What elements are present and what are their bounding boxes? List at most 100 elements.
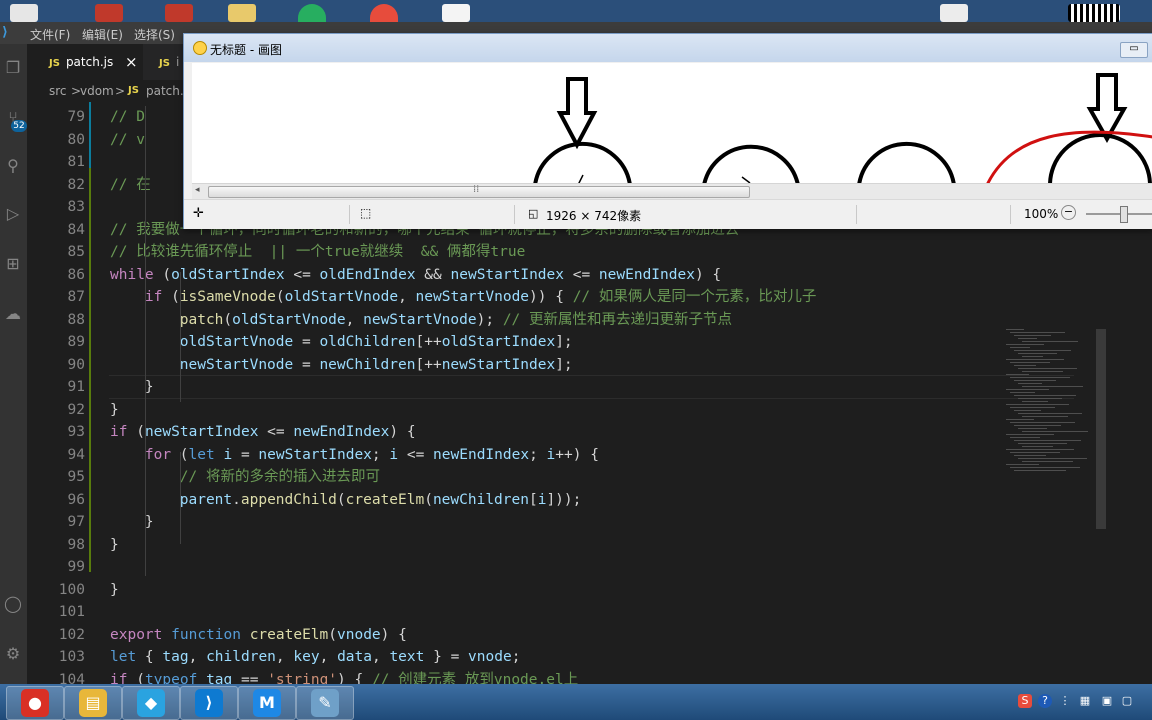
source-control-badge: 52 bbox=[11, 120, 27, 132]
explorer-icon: ▤ bbox=[79, 689, 107, 717]
code-line[interactable]: 87 if (isSameVnode(oldStartVnode, newStar… bbox=[27, 286, 1072, 308]
paint-statusbar: ✛ ⬚ ◱ 1926 × 742像素 100% − bbox=[184, 199, 1152, 229]
desktop-icon[interactable] bbox=[940, 4, 968, 22]
breadcrumb-vdom[interactable]: vdom bbox=[80, 80, 114, 102]
taskbar-app-app-blue[interactable]: ◆ bbox=[122, 686, 180, 720]
code-line[interactable]: 97} bbox=[27, 511, 1072, 533]
minimap-line bbox=[1022, 461, 1073, 462]
line-number: 104 bbox=[58, 671, 85, 685]
minimap-line bbox=[1018, 443, 1067, 444]
code-line[interactable]: 98} bbox=[27, 534, 1072, 556]
code-line[interactable]: 103 let { tag, children, key, data, text … bbox=[27, 646, 1072, 668]
debug-icon[interactable]: ▷ bbox=[3, 204, 23, 224]
line-number: 89 bbox=[67, 334, 85, 350]
desktop-icon[interactable] bbox=[370, 4, 398, 22]
minimap-line bbox=[1006, 359, 1064, 360]
code-line[interactable]: 95 // 将新的多余的插入进去即可 bbox=[27, 466, 1072, 488]
scroll-left-icon[interactable]: ◂ bbox=[195, 185, 200, 195]
scrollbar-thumb[interactable]: ⁞⁞ bbox=[208, 184, 750, 198]
minimap-line bbox=[1018, 368, 1077, 369]
minimap-line bbox=[1018, 428, 1047, 429]
code-line[interactable]: 89 oldStartVnode = oldChildren[++oldStart… bbox=[27, 331, 1072, 353]
code-text: // v bbox=[110, 131, 145, 148]
menu-file[interactable]: 文件(F) bbox=[30, 26, 70, 43]
explorer-icon[interactable]: ❐ bbox=[3, 58, 23, 78]
desktop-icon[interactable] bbox=[298, 4, 326, 22]
minimap-line bbox=[1010, 437, 1040, 438]
code-text: parent.appendChild(createElm(newChildren… bbox=[179, 491, 582, 508]
image-size-icon: ◱ bbox=[528, 207, 539, 220]
help-icon[interactable]: ? bbox=[1038, 694, 1052, 708]
minimize-button[interactable]: ▭ bbox=[1120, 42, 1148, 58]
indent-guide bbox=[145, 106, 146, 576]
line-number: 82 bbox=[67, 176, 85, 193]
code-line[interactable]: 99 bbox=[27, 556, 1072, 578]
extensions-icon[interactable]: ⊞ bbox=[3, 254, 23, 274]
desktop-icon[interactable] bbox=[95, 4, 123, 22]
tab-patch-js[interactable]: JS patch.js × bbox=[27, 44, 143, 80]
taskbar-app-chrome[interactable]: ● bbox=[6, 686, 64, 720]
code-line[interactable]: 88 patch(oldStartVnode, newStartVnode); /… bbox=[27, 309, 1072, 331]
paint-canvas[interactable] bbox=[192, 63, 1152, 183]
indent-guide bbox=[180, 272, 181, 402]
vertical-scrollbar[interactable] bbox=[1096, 329, 1106, 529]
js-file-icon: JS bbox=[159, 58, 170, 69]
code-line[interactable]: 93 if (newStartIndex <= newEndIndex) { bbox=[27, 421, 1072, 443]
desktop-icon[interactable] bbox=[10, 4, 38, 22]
tab-close-icon[interactable]: × bbox=[125, 44, 138, 80]
code-line[interactable]: 101 bbox=[27, 601, 1072, 623]
code-text: if (typeof tag == 'string') { // 创建元素 放到… bbox=[110, 671, 579, 685]
code-line[interactable]: 100} bbox=[27, 579, 1072, 601]
desktop-icon[interactable] bbox=[442, 4, 470, 22]
code-line[interactable]: 96 parent.appendChild(createElm(newChildr… bbox=[27, 489, 1072, 511]
paint-horizontal-scrollbar[interactable]: ◂ ⁞⁞ bbox=[192, 183, 1152, 199]
minimap-line bbox=[1018, 413, 1082, 414]
line-number: 81 bbox=[67, 154, 85, 170]
qr-code-icon bbox=[1068, 4, 1120, 22]
code-line[interactable]: 85 // 比较谁先循环停止 || 一个true就继续 && 俩都得true bbox=[27, 241, 1072, 263]
search-icon[interactable]: ⚲ bbox=[3, 156, 23, 176]
tab-second-file[interactable]: JS i bbox=[143, 44, 183, 80]
menu-edit[interactable]: 编辑(E) bbox=[82, 26, 123, 43]
minimap[interactable] bbox=[1002, 329, 1097, 479]
account-icon[interactable]: ◯ bbox=[3, 594, 23, 614]
tray-app-icon[interactable]: ▣ bbox=[1100, 694, 1114, 708]
code-line[interactable]: 104 if (typeof tag == 'string') { // 创建元素… bbox=[27, 669, 1072, 685]
docker-icon[interactable]: ☁ bbox=[3, 304, 23, 324]
taskbar-app-vscode[interactable]: ⟩ bbox=[180, 686, 238, 720]
code-text: newStartVnode = newChildren[++newStartIn… bbox=[179, 356, 573, 373]
line-number: 83 bbox=[67, 199, 85, 215]
zoom-slider-thumb[interactable] bbox=[1120, 206, 1128, 223]
minimap-line bbox=[1010, 377, 1070, 378]
cursor-position-icon: ✛ bbox=[193, 206, 204, 221]
paint-titlebar[interactable]: 无标题 - 画图 ▭ bbox=[184, 34, 1152, 62]
code-line[interactable]: 102 export function createElm(vnode) { bbox=[27, 624, 1072, 646]
line-number: 80 bbox=[67, 131, 85, 148]
settings-gear-icon[interactable]: ⚙ bbox=[3, 644, 23, 664]
minimap-line bbox=[1006, 389, 1049, 390]
tray-more-icon[interactable]: ⋮ bbox=[1058, 694, 1072, 708]
zoom-out-button[interactable]: − bbox=[1061, 205, 1076, 220]
taskbar-app-app-m[interactable]: M bbox=[238, 686, 296, 720]
taskbar-app-explorer[interactable]: ▤ bbox=[64, 686, 122, 720]
desktop-icon[interactable] bbox=[165, 4, 193, 22]
line-number: 102 bbox=[58, 626, 85, 643]
network-icon[interactable]: ▦ bbox=[1078, 694, 1092, 708]
minimap-line bbox=[1010, 422, 1075, 423]
code-line[interactable]: 86 while (oldStartIndex <= oldEndIndex &&… bbox=[27, 264, 1072, 286]
breadcrumb-src[interactable]: src bbox=[49, 80, 67, 102]
code-line[interactable]: 91} bbox=[27, 376, 1072, 398]
menu-selection[interactable]: 选择(S) bbox=[134, 26, 175, 43]
code-line[interactable]: 94 for (let i = newStartIndex; i <= newEn… bbox=[27, 444, 1072, 466]
desktop-background bbox=[0, 0, 1152, 22]
sogou-ime-icon[interactable]: S bbox=[1018, 694, 1032, 708]
desktop-icon[interactable] bbox=[228, 4, 256, 22]
code-line[interactable]: 90 newStartVnode = newChildren[++newStart… bbox=[27, 354, 1072, 376]
code-line[interactable]: 92} bbox=[27, 399, 1072, 421]
minimap-line bbox=[1014, 380, 1056, 381]
circle-drawing bbox=[1048, 133, 1152, 183]
tray-app-icon[interactable]: ▢ bbox=[1120, 694, 1134, 708]
line-number: 98 bbox=[67, 536, 85, 553]
zoom-slider[interactable] bbox=[1086, 213, 1152, 215]
taskbar-app-paint[interactable]: ✎ bbox=[296, 686, 354, 720]
